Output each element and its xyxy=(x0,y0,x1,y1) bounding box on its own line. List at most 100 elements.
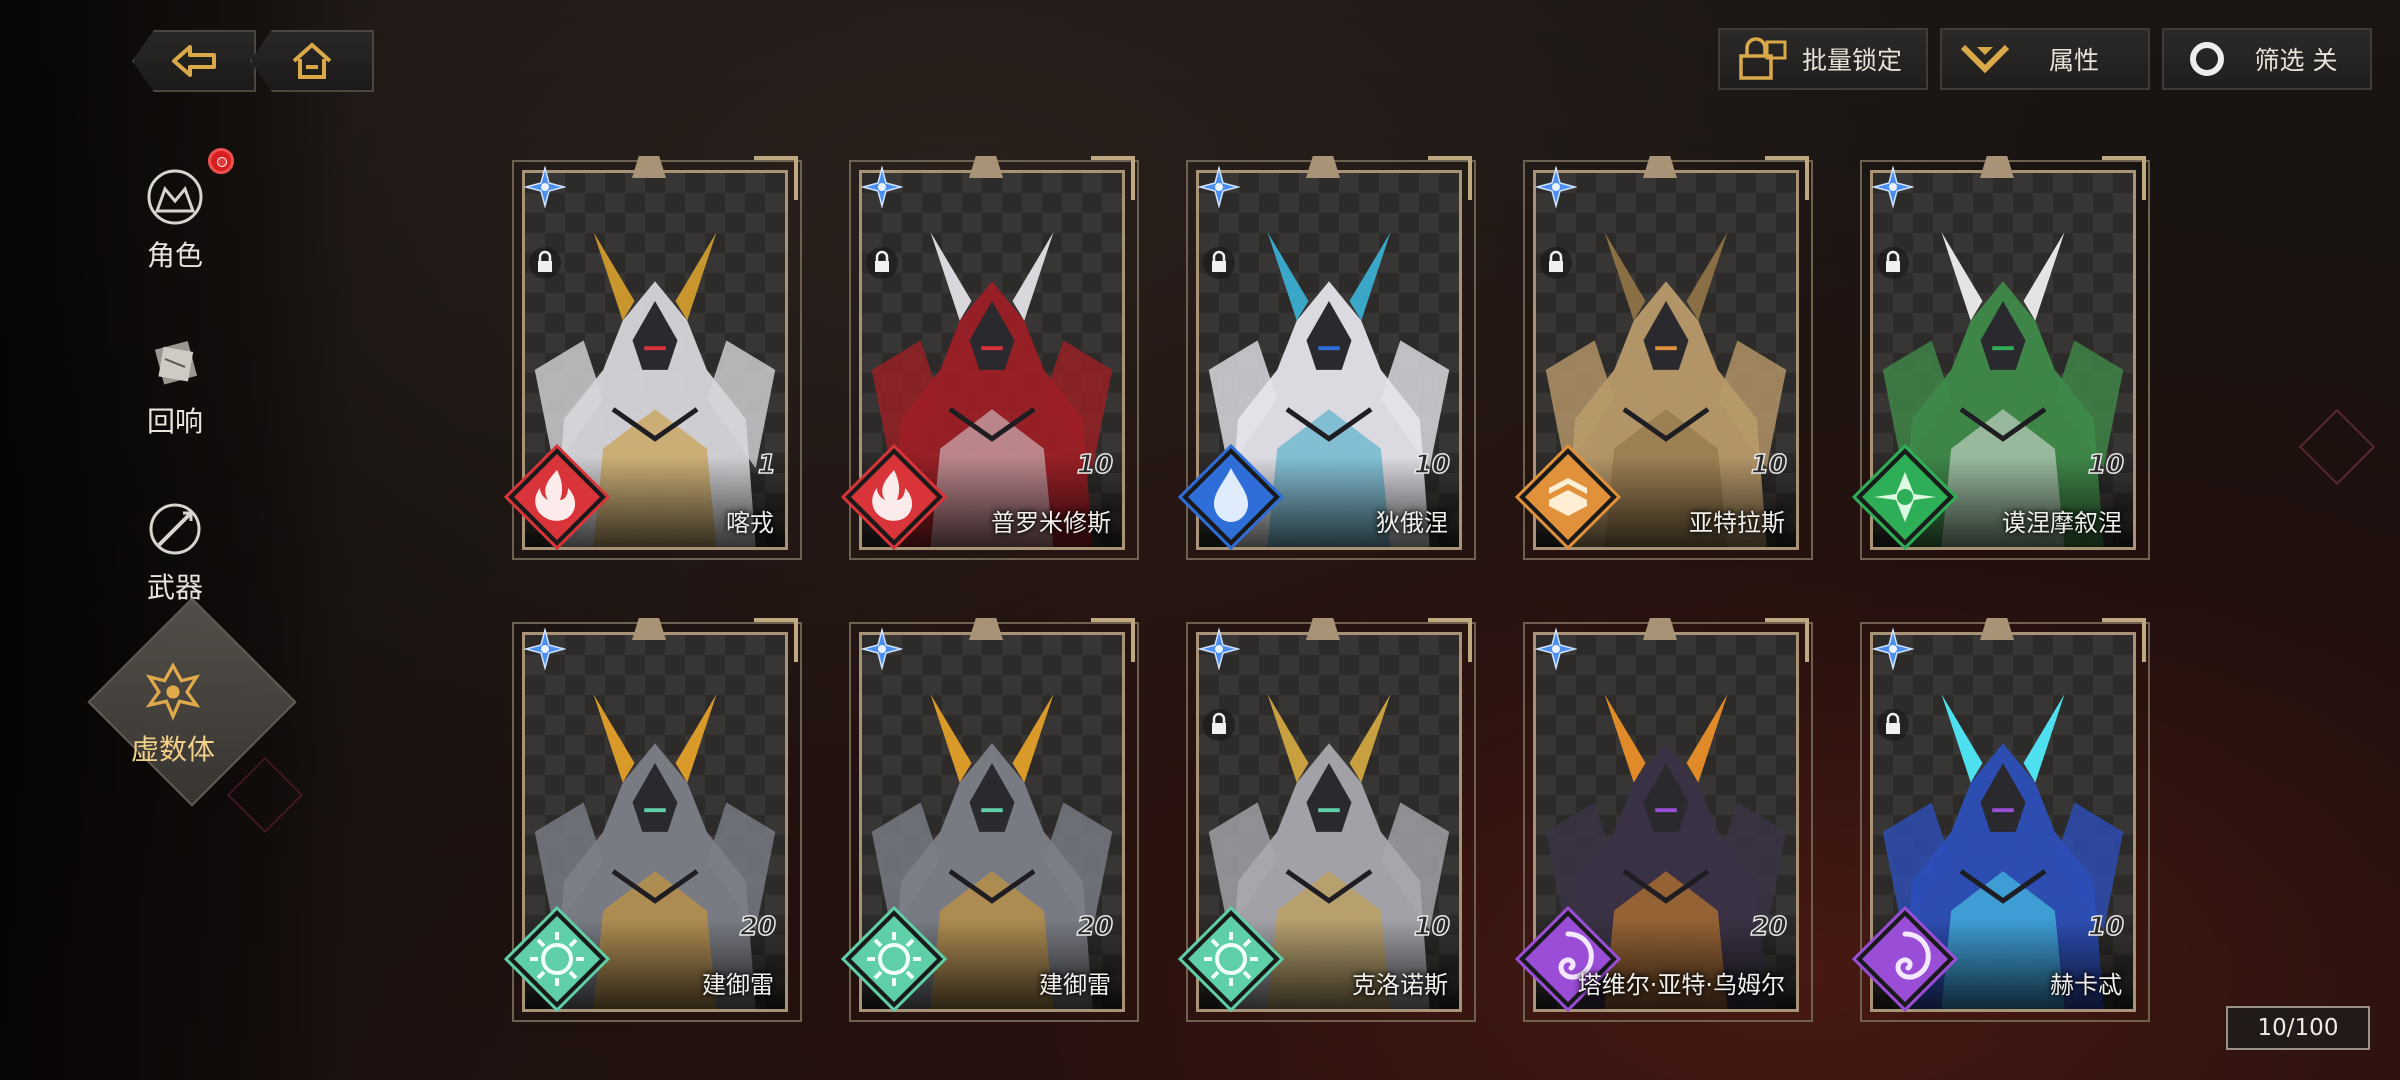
card-corner-bracket xyxy=(2102,156,2146,200)
card-name: 亚特拉斯 xyxy=(1689,509,1785,537)
element-water-icon xyxy=(1177,443,1285,551)
filter-label: 筛选 关 xyxy=(2254,46,2338,75)
card-top-notch xyxy=(1643,618,1677,640)
element-light-icon xyxy=(840,905,948,1013)
element-light-icon xyxy=(1177,905,1285,1013)
card-top-notch xyxy=(1306,156,1340,178)
card-top-notch xyxy=(1980,618,2014,640)
sidebar-item-character[interactable]: 角色 xyxy=(120,166,230,274)
sidebar-item-weapon[interactable]: 武器 xyxy=(120,498,230,606)
rank-star-icon xyxy=(1535,166,1577,208)
rank-star-icon xyxy=(1198,166,1240,208)
mech-card[interactable]: 10 普罗米修斯 xyxy=(840,156,1139,560)
rank-star-icon xyxy=(1872,628,1914,670)
lock-icon xyxy=(1203,709,1235,741)
card-corner-bracket xyxy=(754,156,798,200)
mech-card[interactable]: 10 亚特拉斯 xyxy=(1514,156,1813,560)
lock-icon xyxy=(1877,247,1909,279)
character-icon xyxy=(144,166,206,228)
element-void-icon xyxy=(1851,905,1959,1013)
card-corner-bracket xyxy=(1765,156,1809,200)
card-top-notch xyxy=(632,618,666,640)
card-level: 10 xyxy=(1076,449,1114,481)
filter-toggle-button[interactable]: 筛选 关 xyxy=(2162,28,2372,90)
card-level: 10 xyxy=(1750,449,1788,481)
card-name: 赫卡忒 xyxy=(2050,971,2122,999)
rank-star-icon xyxy=(524,628,566,670)
card-corner-bracket xyxy=(1428,618,1472,662)
rank-star-icon xyxy=(861,166,903,208)
mech-card[interactable]: 1 喀戎 xyxy=(503,156,802,560)
imaginary-body-icon xyxy=(142,660,204,722)
rank-star-icon xyxy=(524,166,566,208)
decor-diamond xyxy=(2298,408,2376,486)
card-level: 20 xyxy=(739,911,777,943)
element-fire-icon xyxy=(503,443,611,551)
batch-lock-button[interactable]: 批量锁定 xyxy=(1718,28,1928,90)
mech-card[interactable]: 10 狄俄涅 xyxy=(1177,156,1476,560)
attribute-label: 属性 xyxy=(2048,46,2099,75)
element-wind-icon xyxy=(1851,443,1959,551)
sidebar-item-label: 回响 xyxy=(146,405,203,438)
card-name: 建御雷 xyxy=(702,971,774,999)
card-corner-bracket xyxy=(1765,618,1809,662)
back-arrow-icon xyxy=(172,45,216,77)
element-fire-icon xyxy=(840,443,948,551)
filter-circle-icon xyxy=(2180,35,2234,83)
lock-icon xyxy=(866,247,898,279)
card-corner-bracket xyxy=(1091,618,1135,662)
card-corner-bracket xyxy=(1091,156,1135,200)
card-corner-bracket xyxy=(2102,618,2146,662)
rank-star-icon xyxy=(861,628,903,670)
card-top-notch xyxy=(1980,156,2014,178)
rank-star-icon xyxy=(1535,628,1577,670)
home-icon xyxy=(292,42,332,79)
card-name: 普罗米修斯 xyxy=(991,509,1111,537)
card-top-notch xyxy=(969,618,1003,640)
card-level: 1 xyxy=(757,449,777,481)
mech-card[interactable]: 10 谟涅摩叙涅 xyxy=(1851,156,2150,560)
card-top-notch xyxy=(1306,618,1340,640)
card-level: 20 xyxy=(1076,911,1114,943)
sidebar-item-echo[interactable]: 回响 xyxy=(120,332,230,440)
mech-card[interactable]: 20 建御雷 xyxy=(840,618,1139,1022)
lock-icon xyxy=(1203,247,1235,279)
mech-card[interactable]: 10 克洛诺斯 xyxy=(1177,618,1476,1022)
lock-icon xyxy=(529,247,561,279)
card-name: 狄俄涅 xyxy=(1376,509,1448,537)
echo-card-icon xyxy=(144,332,206,394)
card-corner-bracket xyxy=(1428,156,1472,200)
card-name: 塔维尔·亚特·乌姆尔 xyxy=(1577,971,1785,999)
card-name: 建御雷 xyxy=(1039,971,1111,999)
attribute-chevron-icon xyxy=(1958,35,2012,83)
batch-lock-label: 批量锁定 xyxy=(1801,46,1902,75)
card-level: 10 xyxy=(2087,911,2125,943)
card-name: 喀戎 xyxy=(726,509,774,537)
mech-card[interactable]: 10 赫卡忒 xyxy=(1851,618,2150,1022)
batch-lock-icon xyxy=(1736,35,1790,83)
attribute-button[interactable]: 属性 xyxy=(1940,28,2150,90)
lock-icon xyxy=(1540,247,1572,279)
card-level: 10 xyxy=(2087,449,2125,481)
mech-card[interactable]: 20 塔维尔·亚特·乌姆尔 xyxy=(1514,618,1813,1022)
sidebar-item-label: 虚数体 xyxy=(130,733,215,766)
rank-star-icon xyxy=(1198,628,1240,670)
card-top-notch xyxy=(632,156,666,178)
card-level: 20 xyxy=(1750,911,1788,943)
element-earth-icon xyxy=(1514,443,1622,551)
element-light-icon xyxy=(503,905,611,1013)
sidebar-item-imaginary-body[interactable]: 虚数体 xyxy=(108,660,238,768)
home-button[interactable] xyxy=(250,30,374,92)
rank-star-icon xyxy=(1872,166,1914,208)
back-button[interactable] xyxy=(132,30,256,92)
sidebar-item-label: 武器 xyxy=(146,571,203,604)
card-level: 10 xyxy=(1413,911,1451,943)
inventory-counter: 10/100 xyxy=(2226,1006,2370,1050)
card-name: 克洛诺斯 xyxy=(1352,971,1448,999)
mech-card[interactable]: 20 建御雷 xyxy=(503,618,802,1022)
card-top-notch xyxy=(1643,156,1677,178)
card-top-notch xyxy=(969,156,1003,178)
weapon-icon xyxy=(144,498,206,560)
card-corner-bracket xyxy=(754,618,798,662)
lock-icon xyxy=(1877,709,1909,741)
